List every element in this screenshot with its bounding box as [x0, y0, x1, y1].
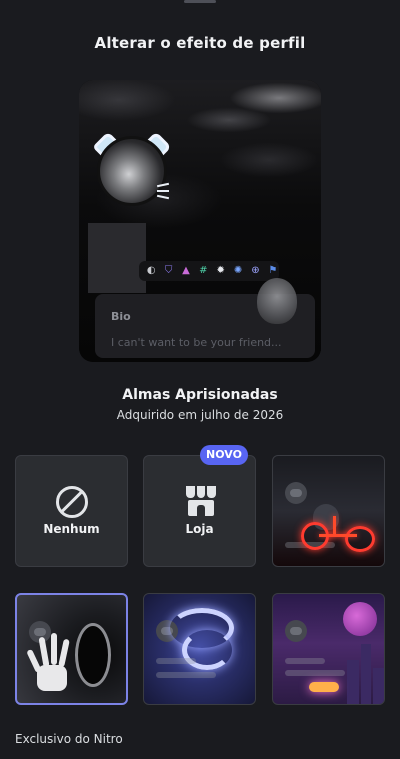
option-shop-tile[interactable]: Loja	[143, 455, 256, 567]
placeholder-line	[156, 658, 196, 664]
effect-tile-spirit-serpent[interactable]	[143, 593, 256, 705]
skeleton-hand	[26, 631, 75, 695]
option-shop-label: Loja	[185, 522, 214, 536]
profile-preview: ◐ ⛉ ▲ # ✹ ✺ ⊕ ⚑ Bio I can't want to be y…	[79, 80, 321, 362]
planet	[343, 602, 377, 636]
badge-icon: ⚑	[268, 265, 278, 276]
sheet-title: Alterar o efeito de perfil	[94, 34, 306, 52]
badge-icon: ✹	[216, 265, 225, 276]
effect-tile-trapped-souls[interactable]	[15, 593, 128, 705]
badge-icon: ⛉	[164, 265, 173, 276]
effect-tile-synthwave-city[interactable]	[272, 593, 385, 705]
nitro-exclusive-section-label: Exclusivo do Nitro	[15, 732, 123, 746]
building	[373, 668, 384, 704]
shop-door	[197, 505, 205, 516]
building	[347, 660, 359, 704]
building	[361, 644, 371, 704]
discord-placeholder-icon	[285, 482, 307, 504]
finger	[51, 633, 57, 665]
finger	[58, 638, 70, 668]
bio-text: I can't want to be your friend...	[111, 336, 282, 349]
banner-placeholder	[88, 223, 146, 293]
placeholder-line	[156, 672, 216, 678]
screaming-mouth	[75, 623, 111, 687]
palm	[37, 665, 67, 691]
badge-icon: #	[199, 265, 208, 276]
neon-car	[309, 682, 339, 692]
neon-line	[319, 534, 357, 537]
shop-icon	[186, 486, 217, 516]
neon-line	[333, 516, 336, 536]
placeholder-line	[285, 670, 345, 676]
avatar-whisker	[157, 190, 169, 192]
effect-name: Almas Aprisionadas	[122, 387, 278, 403]
finger	[38, 636, 50, 668]
option-none-label: Nenhum	[43, 522, 100, 536]
badge-icon: ▲	[182, 265, 190, 276]
no-effect-icon	[56, 486, 88, 518]
badge-icon: ◐	[146, 265, 156, 276]
serpent-coil	[182, 630, 232, 670]
effect-tile-neon-motorcycle[interactable]	[272, 455, 385, 567]
effect-mask-decoration	[257, 278, 297, 324]
bio-label: Bio	[111, 310, 131, 323]
option-none-tile[interactable]: Nenhum	[15, 455, 128, 567]
discord-placeholder-icon	[285, 620, 307, 642]
neon-wheel-rear	[345, 526, 375, 552]
badges-row: ◐ ⛉ ▲ # ✹ ✺ ⊕ ⚑	[139, 261, 279, 281]
new-badge: NOVO	[200, 445, 248, 465]
placeholder-line	[285, 658, 325, 664]
effect-acquired-date: Adquirido em julho de 2026	[116, 408, 284, 422]
badge-icon: ✺	[233, 265, 243, 276]
badge-icon: ⊕	[251, 265, 260, 276]
shop-awning	[186, 486, 217, 498]
drag-handle[interactable]	[184, 0, 216, 3]
